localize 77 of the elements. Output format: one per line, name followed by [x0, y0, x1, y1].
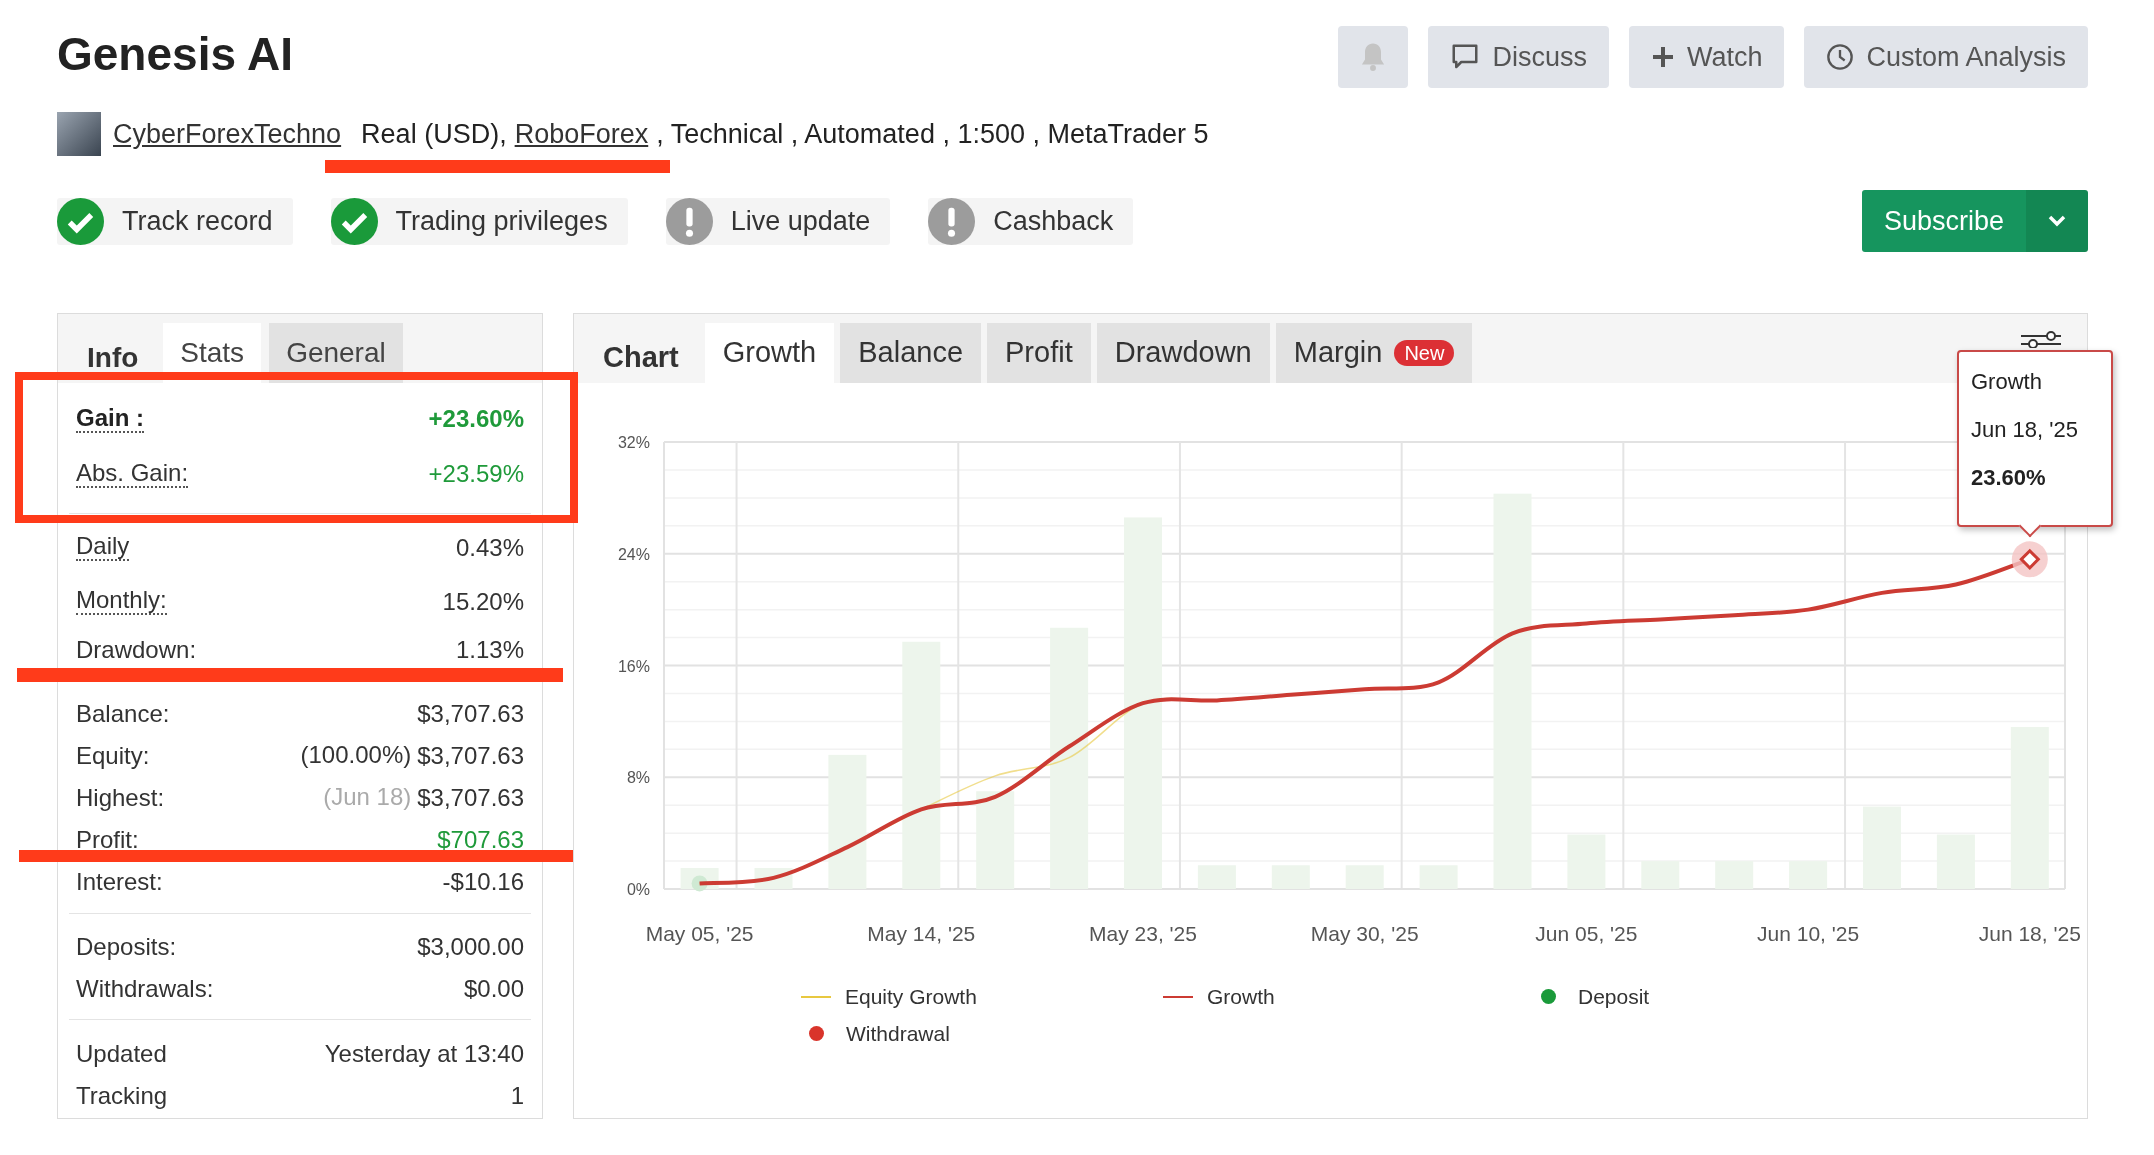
x-axis-label: Jun 10, '25 [1757, 922, 1860, 945]
stat-label: Daily [76, 533, 130, 561]
badge-label: Trading privileges [395, 204, 608, 238]
clock-icon [1826, 43, 1855, 71]
stat-label: Updated [76, 1039, 167, 1067]
stat-value: 1.13% [455, 635, 524, 663]
x-axis-label: May 23, '25 [1089, 922, 1197, 945]
chart-tab[interactable]: Profit [987, 323, 1091, 383]
stat-value: -$10.16 [442, 867, 524, 895]
page-title: Genesis AI [57, 27, 294, 82]
x-axis-label: May 05, '25 [645, 922, 754, 945]
stat-value: 1 [510, 1081, 524, 1109]
stat-label: Tracking [76, 1081, 168, 1109]
new-badge: New [1394, 340, 1455, 366]
stat-label: Deposits: [76, 932, 177, 960]
watch-button[interactable]: Watch [1628, 26, 1785, 88]
stat-note: (100.00%) [300, 740, 412, 770]
y-axis-label: 8% [626, 769, 650, 787]
chart-tab[interactable]: Margin New [1275, 323, 1473, 383]
stat-value: $3,707.63 [417, 783, 524, 811]
chevron-down-icon [2047, 214, 2067, 228]
avatar-image [57, 112, 101, 156]
sliders-icon[interactable] [2021, 330, 2061, 348]
stat-value: $3,707.63 [417, 699, 524, 727]
stat-value: $707.63 [437, 825, 524, 853]
stat-label: Profit: [76, 825, 139, 853]
y-axis-label: 32% [617, 434, 650, 451]
x-axis-label: Jun 05, '25 [1535, 922, 1638, 945]
tooltip-date: Jun 18, '25 [1971, 416, 2079, 444]
stat-value: +23.59% [428, 460, 524, 487]
stat-value: +23.60% [428, 405, 524, 432]
panel-heading: Info [87, 340, 139, 375]
discuss-button[interactable]: Discuss [1428, 26, 1609, 88]
plus-icon [1650, 45, 1675, 69]
x-axis-label: May 30, '25 [1310, 922, 1419, 945]
legend-label: Equity Growth [845, 984, 977, 1010]
badge-label: Cashback [993, 204, 1114, 238]
stat-value: 0.43% [455, 533, 524, 561]
author-link[interactable]: CyberForexTechno [113, 116, 342, 152]
stat-label: Drawdown: [76, 635, 197, 663]
stat-value: Yesterday at 13:40 [324, 1039, 524, 1067]
tooltip-title: Growth [1971, 368, 2043, 396]
x-axis-label: Jun 18, '25 [1978, 922, 2081, 945]
stat-label: Monthly: [76, 587, 167, 615]
legend-label: Withdrawal [846, 1021, 950, 1047]
deposit-marker [691, 875, 708, 892]
tooltip-value: 23.60% [1971, 464, 2047, 492]
y-axis-label: 16% [617, 657, 650, 675]
panel-heading: Chart [603, 339, 679, 375]
stat-label: Withdrawals: [76, 974, 214, 1002]
broker-link[interactable]: RoboForex [514, 116, 649, 152]
stat-label: Interest: [76, 867, 163, 895]
x-axis-label: May 14, '25 [867, 922, 976, 945]
chart-tab[interactable]: Balance [840, 323, 982, 383]
stat-value: $3,000.00 [417, 932, 524, 960]
stat-label: Highest: [76, 783, 165, 811]
y-axis-label: 24% [617, 545, 650, 563]
badge-label: Live update [730, 204, 871, 238]
account-details: Real (USD), [361, 118, 507, 151]
stat-label: Gain : [76, 404, 144, 433]
stat-label: Abs. Gain: [76, 459, 189, 488]
chart-tab[interactable]: Drawdown [1096, 323, 1270, 383]
stat-note: (Jun 18) [323, 782, 412, 812]
dropdown-button[interactable] [2026, 190, 2088, 252]
stat-value: $0.00 [463, 974, 524, 1002]
badge-label: Track record [122, 204, 273, 238]
account-details: , Technical , Automated , 1:500 , MetaTrader 5 [656, 118, 1209, 151]
stat-label: Balance: [76, 699, 170, 727]
custom-analysis-button[interactable]: Custom Analysis [1804, 26, 2088, 88]
subscribe-button[interactable]: Subscribe [1861, 190, 2026, 252]
legend-label: Deposit [1578, 984, 1650, 1010]
stat-label: Equity: [76, 741, 150, 769]
stat-value: $3,707.63 [417, 741, 524, 769]
y-axis-label: 0% [626, 881, 650, 898]
legend-label: Growth [1207, 984, 1275, 1010]
stat-value: 15.20% [442, 587, 524, 615]
chart-tab[interactable]: Growth [704, 323, 835, 383]
